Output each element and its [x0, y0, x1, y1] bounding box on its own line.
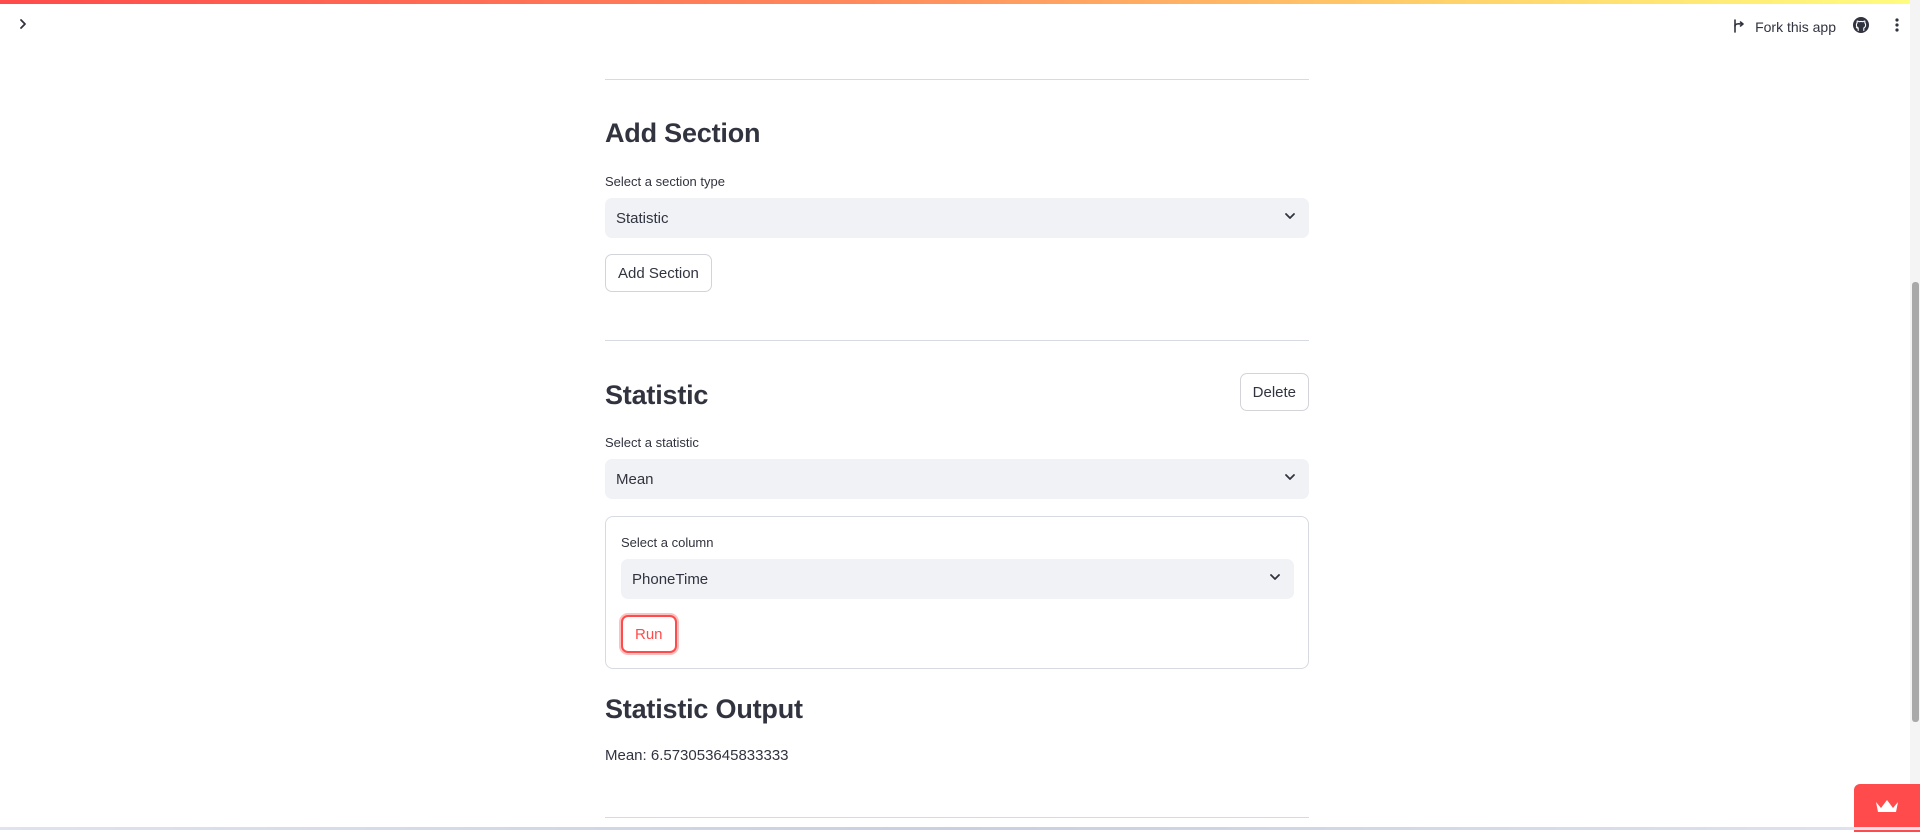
divider [605, 817, 1309, 818]
divider [605, 340, 1309, 341]
github-icon [1852, 16, 1870, 39]
column-select-value: PhoneTime [632, 570, 709, 588]
more-vertical-icon [1894, 17, 1900, 38]
top-decoration-stripe [0, 0, 1920, 4]
chevron-down-icon [1283, 209, 1297, 227]
scrollbar-thumb[interactable] [1912, 282, 1919, 722]
section-type-value: Statistic [616, 209, 669, 227]
statistic-select-label: Select a statistic [605, 435, 699, 450]
bottom-decoration-stripe [0, 827, 1920, 830]
chevron-down-icon [1283, 470, 1297, 488]
statistic-result: Mean: 6.573053645833333 [605, 747, 789, 764]
divider [605, 79, 1309, 80]
section-type-label: Select a section type [605, 174, 725, 189]
section-type-select[interactable]: Statistic [605, 198, 1309, 238]
crown-icon [1874, 798, 1900, 819]
main-menu-button[interactable] [1886, 16, 1908, 38]
add-section-heading: Add Section [605, 118, 761, 148]
chevron-right-icon [17, 17, 29, 35]
fork-icon [1731, 18, 1747, 37]
streamlit-badge[interactable] [1854, 784, 1920, 832]
statistic-heading: Statistic [605, 380, 709, 410]
delete-button[interactable]: Delete [1239, 373, 1309, 411]
add-section-button[interactable]: Add Section [605, 254, 712, 292]
statistic-form: Select a column PhoneTime Run [605, 516, 1309, 669]
statistic-output-heading: Statistic Output [605, 694, 803, 724]
statistic-select[interactable]: Mean [605, 459, 1309, 499]
page-scrollbar[interactable] [1910, 0, 1920, 832]
github-button[interactable] [1850, 16, 1872, 38]
run-button[interactable]: Run [621, 615, 677, 653]
chevron-down-icon [1268, 570, 1282, 588]
statistic-select-value: Mean [616, 470, 654, 488]
fork-app-label: Fork this app [1755, 19, 1836, 35]
sidebar-expand-button[interactable] [12, 15, 34, 37]
app-toolbar: Fork this app [1731, 12, 1908, 42]
column-select-label: Select a column [621, 535, 714, 550]
column-select[interactable]: PhoneTime [621, 559, 1294, 599]
fork-app-button[interactable]: Fork this app [1731, 18, 1836, 37]
